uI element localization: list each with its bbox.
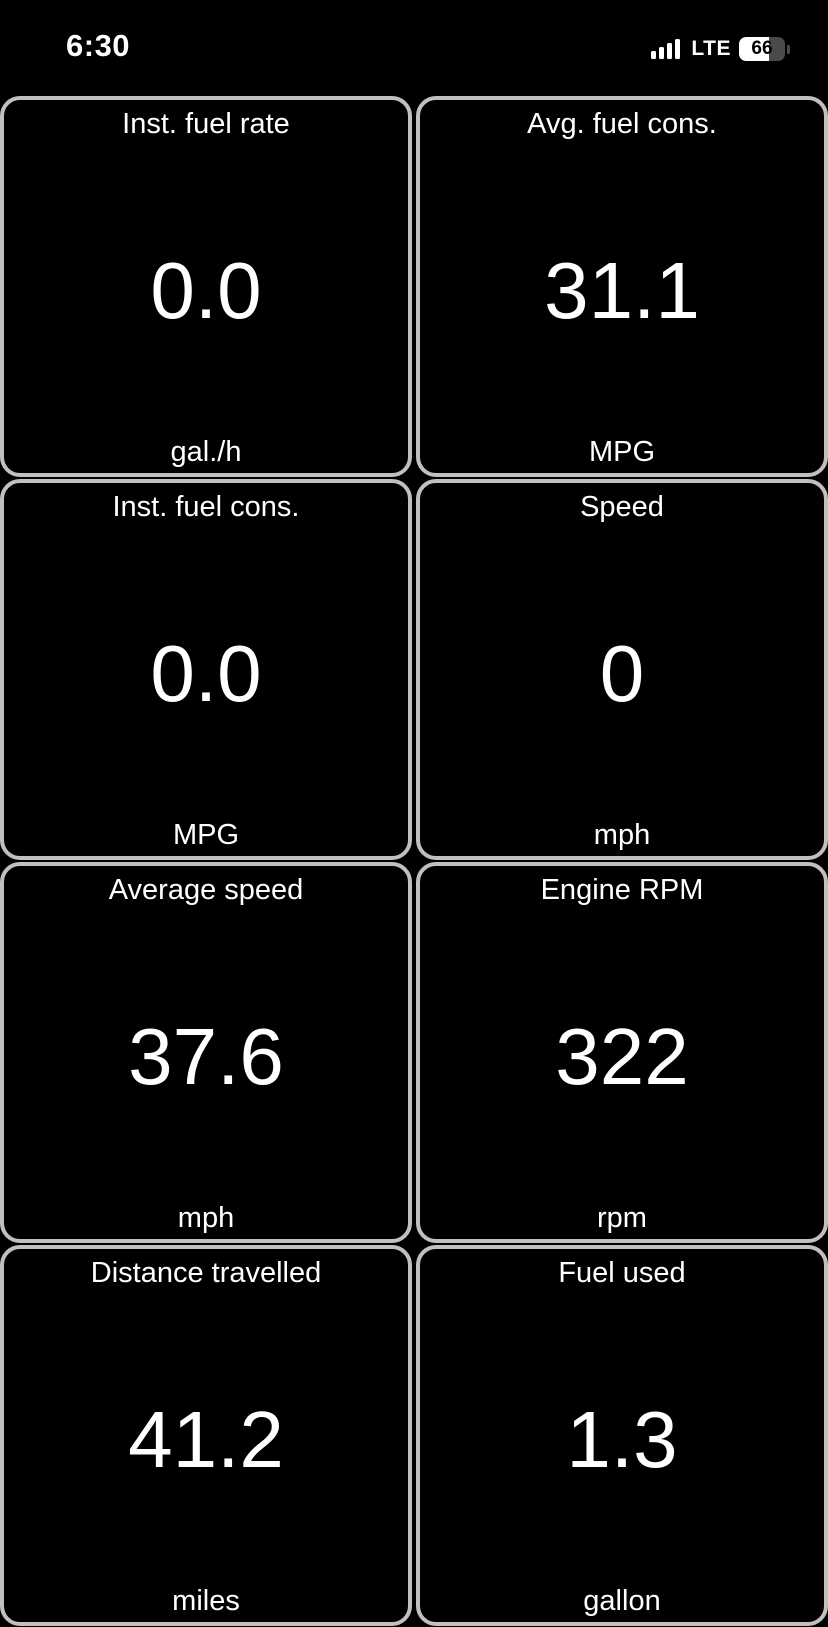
battery-level: 66: [751, 38, 773, 59]
gauge-unit: mph: [593, 819, 651, 851]
status-bar: 6:30 LTE 66: [0, 0, 828, 96]
gauge-tile-avg-fuel-cons[interactable]: Avg. fuel cons. 31.1 MPG: [416, 96, 828, 477]
gauge-unit: MPG: [588, 436, 656, 468]
status-indicators: LTE 66: [651, 36, 790, 62]
gauge-title: Engine RPM: [540, 874, 704, 906]
gauge-title: Inst. fuel cons.: [112, 491, 300, 523]
cellular-signal-icon: [651, 39, 683, 59]
gauge-tile-inst-fuel-rate[interactable]: Inst. fuel rate 0.0 gal./h: [0, 96, 412, 477]
gauge-title: Avg. fuel cons.: [527, 108, 717, 140]
gauge-tile-engine-rpm[interactable]: Engine RPM 322 rpm: [416, 862, 828, 1243]
gauge-value: 0.0: [150, 245, 262, 335]
gauge-title: Inst. fuel rate: [122, 108, 290, 140]
gauge-unit: mph: [177, 1202, 235, 1234]
gauge-title: Speed: [580, 491, 664, 523]
battery-icon: 66: [739, 37, 790, 61]
gauge-tile-inst-fuel-cons[interactable]: Inst. fuel cons. 0.0 MPG: [0, 479, 412, 860]
gauge-tile-speed[interactable]: Speed 0 mph: [416, 479, 828, 860]
gauge-tile-average-speed[interactable]: Average speed 37.6 mph: [0, 862, 412, 1243]
gauge-title: Distance travelled: [90, 1257, 322, 1289]
gauge-unit: miles: [172, 1585, 240, 1617]
gauge-title: Average speed: [108, 874, 304, 906]
gauge-value: 0: [599, 628, 645, 718]
gauge-unit: rpm: [597, 1202, 647, 1234]
network-type: LTE: [691, 37, 731, 60]
gauge-value: 41.2: [128, 1394, 284, 1484]
gauge-value: 322: [555, 1011, 689, 1101]
gauge-unit: MPG: [172, 819, 240, 851]
gauge-value: 31.1: [544, 245, 700, 335]
gauge-tile-fuel-used[interactable]: Fuel used 1.3 gallon: [416, 1245, 828, 1626]
gauge-value: 1.3: [566, 1394, 678, 1484]
gauge-value: 37.6: [128, 1011, 284, 1101]
status-time: 6:30: [66, 28, 131, 63]
gauge-unit: gallon: [583, 1585, 661, 1617]
gauge-grid: Inst. fuel rate 0.0 gal./h Avg. fuel con…: [0, 96, 828, 1627]
gauge-title: Fuel used: [558, 1257, 686, 1289]
gauge-unit: gal./h: [170, 436, 242, 468]
gauge-tile-distance-travelled[interactable]: Distance travelled 41.2 miles: [0, 1245, 412, 1626]
gauge-value: 0.0: [150, 628, 262, 718]
